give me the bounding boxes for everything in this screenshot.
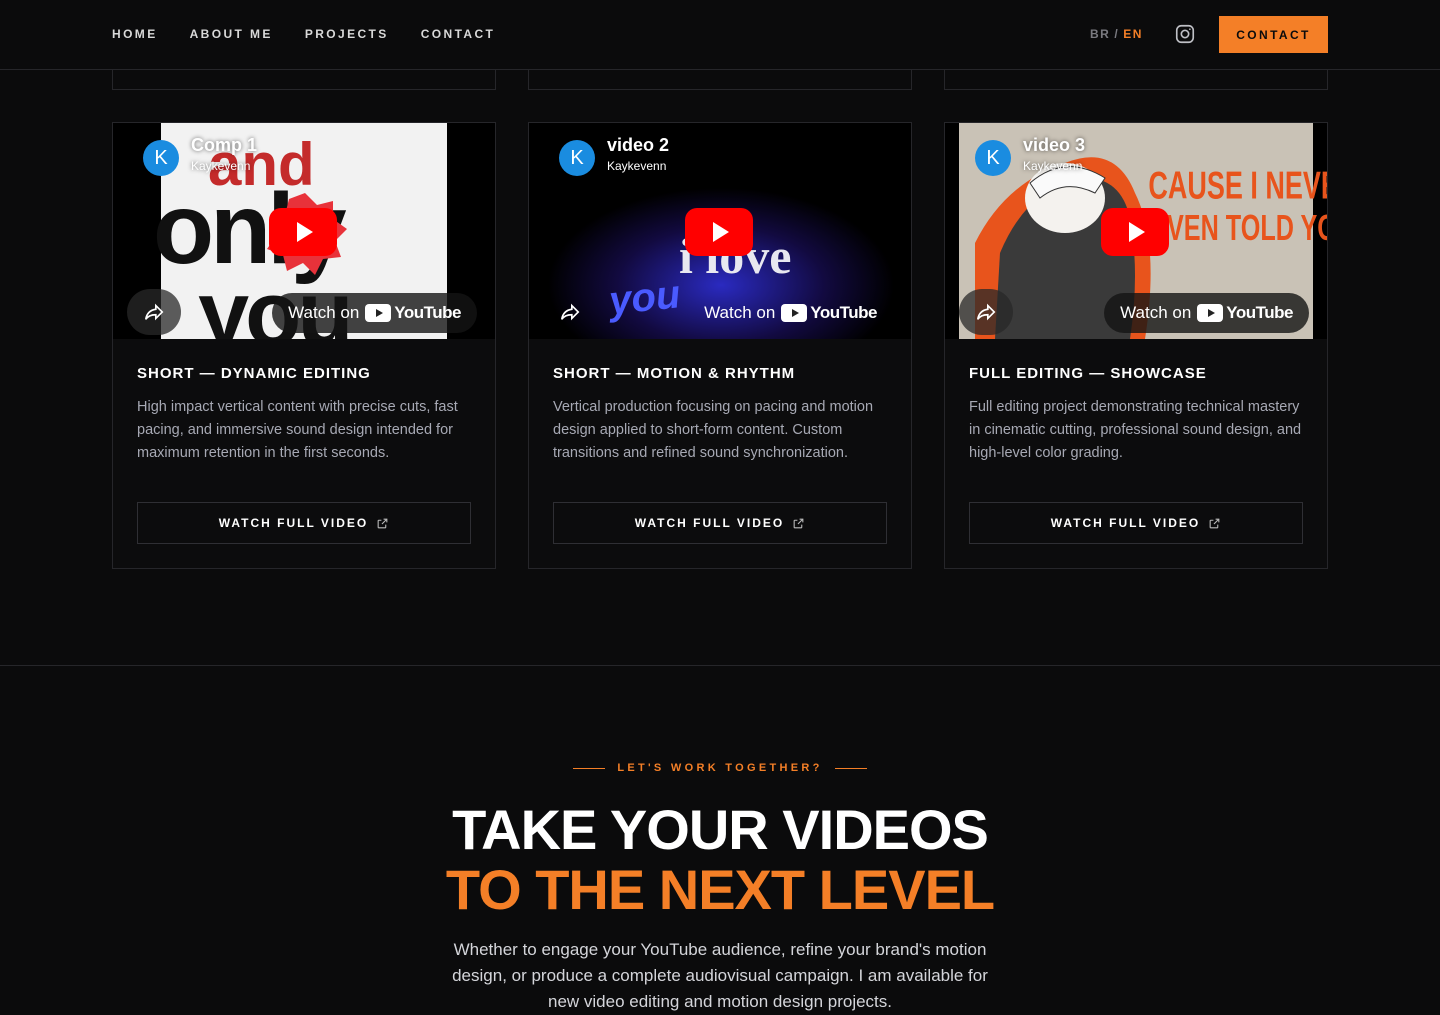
video-channel[interactable]: Kaykevenn [1023, 159, 1082, 173]
card-title: SHORT — MOTION & RHYTHM [553, 365, 796, 382]
youtube-play-icon [781, 304, 808, 322]
youtube-wordmark: YouTube [1226, 303, 1293, 322]
youtube-embed[interactable]: and only you K Comp 1 Kaykevenn Watch on… [113, 123, 495, 339]
top-navbar: HOME ABOUT ME PROJECTS CONTACT BR / EN CON… [0, 0, 1440, 70]
video-title[interactable]: video 2 [607, 135, 669, 156]
lang-br[interactable]: BR [1090, 27, 1110, 41]
cta-eyebrow: LET'S WORK TOGETHER? [0, 762, 1440, 774]
watch-full-video-button[interactable]: WATCH FULL VIDEO [137, 502, 471, 544]
video-channel[interactable]: Kaykevenn [191, 159, 250, 173]
button-label: WATCH FULL VIDEO [634, 516, 785, 530]
video-channel[interactable]: Kaykevenn [607, 159, 666, 173]
instagram-icon[interactable] [1174, 23, 1196, 45]
channel-avatar[interactable]: K [559, 140, 595, 176]
play-button[interactable] [1101, 208, 1169, 256]
eyebrow-text: LET'S WORK TOGETHER? [617, 762, 823, 774]
external-link-icon [377, 518, 388, 528]
youtube-play-icon [1197, 304, 1224, 322]
youtube-play-icon [365, 304, 392, 322]
headline-line-1: TAKE YOUR VIDEOS [452, 798, 989, 861]
youtube-embed[interactable]: i love you K video 2 Kaykevenn Watch on … [529, 123, 911, 339]
youtube-logo: YouTube [781, 303, 877, 323]
eyebrow-line [834, 767, 867, 769]
card-description: Vertical production focusing on pacing a… [553, 399, 874, 461]
watch-full-video-button[interactable]: WATCH FULL VIDEO [553, 502, 887, 544]
youtube-wordmark: YouTube [810, 303, 877, 322]
channel-avatar[interactable]: K [975, 140, 1011, 176]
youtube-wordmark: YouTube [394, 303, 461, 322]
channel-avatar[interactable]: K [143, 140, 179, 176]
nav-link-about[interactable]: ABOUT ME [190, 27, 273, 41]
external-link-icon [1209, 518, 1220, 528]
watch-on-label: Watch on [704, 303, 776, 322]
nav-link-home[interactable]: HOME [112, 27, 158, 41]
card-title: SHORT — DYNAMIC EDITING [137, 365, 371, 382]
lang-en[interactable]: EN [1123, 27, 1143, 41]
button-label: WATCH FULL VIDEO [218, 516, 369, 530]
watch-on-youtube-button[interactable]: Watch on YouTube [688, 293, 893, 333]
eyebrow-line [573, 767, 606, 769]
youtube-logo: YouTube [1197, 303, 1293, 323]
watch-on-label: Watch on [288, 303, 360, 322]
youtube-logo: YouTube [365, 303, 461, 323]
watch-on-youtube-button[interactable]: Watch on YouTube [1104, 293, 1309, 333]
share-icon[interactable] [127, 289, 181, 335]
video-title[interactable]: Comp 1 [191, 135, 257, 156]
cta-description: Whether to engage your YouTube audience,… [452, 940, 988, 1011]
headline-line-2: TO THE NEXT LEVEL [445, 858, 995, 921]
project-card: and only you K Comp 1 Kaykevenn Watch on… [112, 122, 496, 569]
card-title: FULL EDITING — SHOWCASE [969, 365, 1207, 382]
thumb-text: you [605, 272, 682, 323]
watch-on-youtube-button[interactable]: Watch on YouTube [272, 293, 477, 333]
watch-on-label: Watch on [1120, 303, 1192, 322]
video-title[interactable]: video 3 [1023, 135, 1085, 156]
thumb-text: CAUSE I NEVER [1148, 165, 1327, 208]
language-switcher: BR / EN [1090, 27, 1143, 41]
play-button[interactable] [685, 208, 753, 256]
section-divider [0, 665, 1440, 666]
nav-links: HOME ABOUT ME PROJECTS CONTACT [112, 27, 495, 41]
cta-headline: TAKE YOUR VIDEOS TO THE NEXT LEVEL [0, 800, 1440, 920]
nav-link-contact[interactable]: CONTACT [421, 27, 496, 41]
contact-button[interactable]: CONTACT [1219, 16, 1328, 53]
play-button[interactable] [269, 208, 337, 256]
nav-link-projects[interactable]: PROJECTS [305, 27, 389, 41]
card-description: Full editing project demonstrating techn… [969, 399, 1302, 461]
youtube-embed[interactable]: CAUSE I NEVER EVEN TOLD YOU K video 3 Ka… [945, 123, 1327, 339]
watch-full-video-button[interactable]: WATCH FULL VIDEO [969, 502, 1303, 544]
share-icon[interactable] [543, 289, 597, 335]
project-card: i love you K video 2 Kaykevenn Watch on … [528, 122, 912, 569]
share-icon[interactable] [959, 289, 1013, 335]
card-description: High impact vertical content with precis… [137, 399, 458, 461]
thumb-text: EVEN TOLD YOU [1150, 207, 1327, 248]
button-label: WATCH FULL VIDEO [1050, 516, 1201, 530]
lang-separator: / [1114, 27, 1120, 41]
project-card: CAUSE I NEVER EVEN TOLD YOU K video 3 Ka… [944, 122, 1328, 569]
external-link-icon [793, 518, 804, 528]
